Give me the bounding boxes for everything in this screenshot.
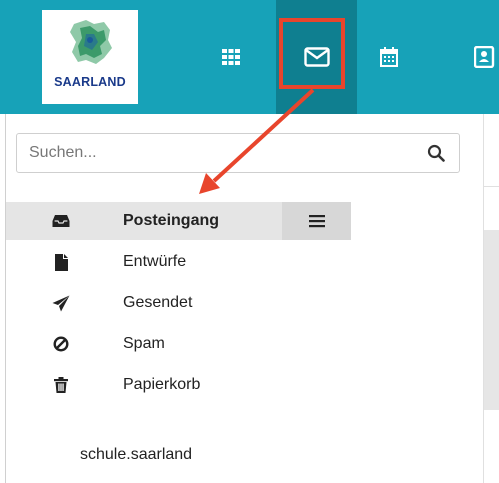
saarland-map-icon (70, 20, 112, 64)
address-book-icon (474, 46, 495, 68)
search-field[interactable]: Suchen... (16, 133, 460, 173)
trash-icon (50, 377, 72, 393)
folder-menu-button[interactable] (282, 202, 351, 240)
calendar-icon (380, 47, 398, 67)
folder-label: Entwürfe (123, 253, 187, 270)
search-icon[interactable] (427, 143, 447, 163)
hamburger-menu-icon (308, 215, 325, 228)
folder-label: Papierkorb (123, 376, 201, 393)
folder-label: Posteingang (123, 212, 220, 229)
search-input[interactable]: Suchen... (29, 144, 427, 162)
paper-plane-icon (50, 295, 72, 312)
mail-highlight-annotation (279, 18, 345, 89)
top-navigation-bar: SAARLAND (0, 0, 499, 114)
folder-item-spam[interactable]: Spam (6, 325, 351, 363)
calendar-nav-button[interactable] (366, 0, 412, 114)
folder-item-trash[interactable]: Papierkorb (6, 366, 351, 404)
inbox-icon (50, 214, 72, 228)
logo-label: SAARLAND (54, 75, 126, 89)
apps-nav-button[interactable] (196, 0, 266, 114)
file-icon (50, 253, 72, 271)
folder-item-inbox[interactable]: Posteingang (6, 202, 351, 240)
content-panel-edge (484, 230, 499, 410)
account-label[interactable]: schule.saarland (80, 446, 192, 464)
folder-item-sent[interactable]: Gesendet (6, 284, 351, 322)
folder-label: Spam (123, 335, 165, 352)
ban-icon (50, 336, 72, 352)
content-divider (484, 186, 499, 187)
folder-item-drafts[interactable]: Entwürfe (6, 243, 351, 281)
grid-icon (222, 49, 240, 65)
contacts-nav-button[interactable] (474, 0, 499, 114)
folder-label: Gesendet (123, 294, 193, 311)
saarland-logo[interactable]: SAARLAND (42, 10, 138, 104)
